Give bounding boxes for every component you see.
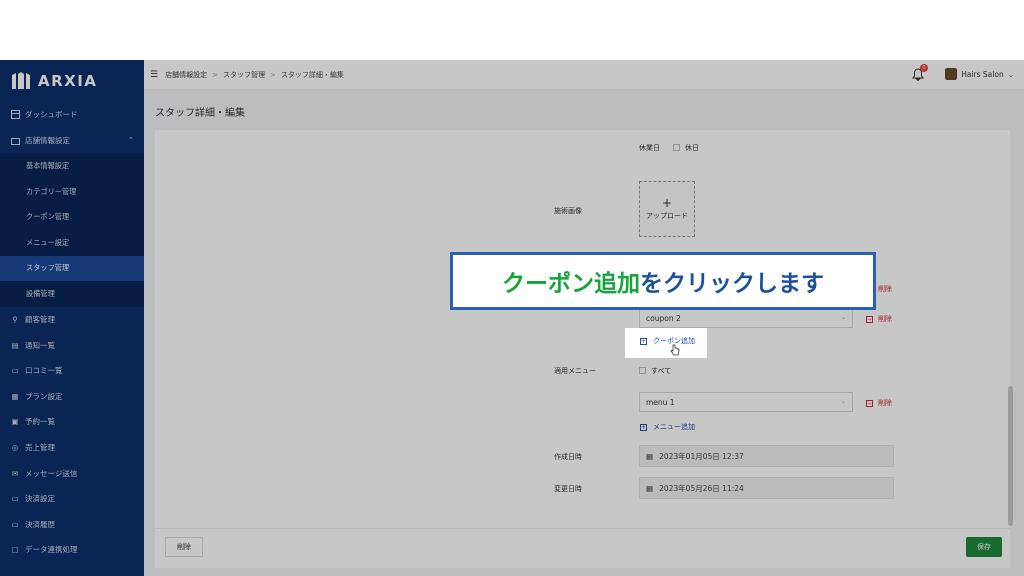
tutorial-dim-overlay (0, 60, 1024, 576)
instruction-callout: クーポン追加 をクリックします (450, 252, 876, 310)
callout-highlight-text: クーポン追加 (502, 271, 640, 297)
plus-square-icon: + (640, 337, 647, 345)
app-frame: ARXIA ダッシュボード 店舗情報設定 ⌃ 基本情報設定 カテゴリー管理 クー… (0, 60, 1024, 576)
callout-rest-text: をクリックします (640, 271, 824, 297)
add-coupon-link[interactable]: + クーポン追加 (640, 336, 695, 346)
hand-cursor-icon (670, 344, 680, 356)
